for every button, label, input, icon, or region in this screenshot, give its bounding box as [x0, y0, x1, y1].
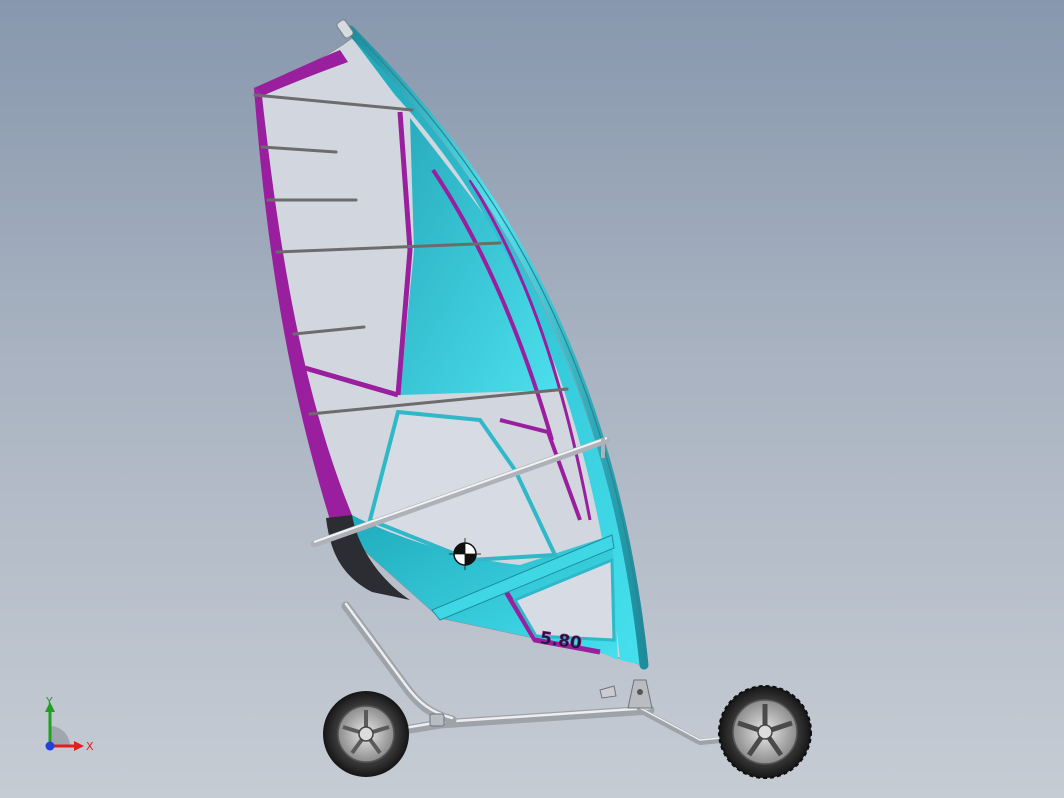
front-wheel-hub	[757, 724, 773, 740]
rear-wheel-hub	[358, 726, 374, 742]
frame-clamp	[429, 713, 445, 727]
triad-x-arrow	[74, 741, 84, 751]
graphics-viewport[interactable]: 5.80	[0, 0, 1064, 798]
steering-pedal[interactable]	[599, 685, 617, 699]
reference-triad[interactable]: Y X	[36, 696, 106, 762]
triad-z-axis	[45, 741, 55, 751]
triad-x-label: X	[86, 740, 94, 753]
frame-main-tube[interactable]	[363, 705, 655, 741]
mast-foot-bolt	[637, 689, 643, 695]
front-wheel[interactable]	[718, 685, 812, 779]
sail[interactable]: 5.80	[253, 37, 643, 666]
triad-y-label: Y	[45, 696, 53, 708]
rear-wheel[interactable]	[323, 691, 409, 777]
sail-upper-cyan-panel	[400, 118, 560, 395]
